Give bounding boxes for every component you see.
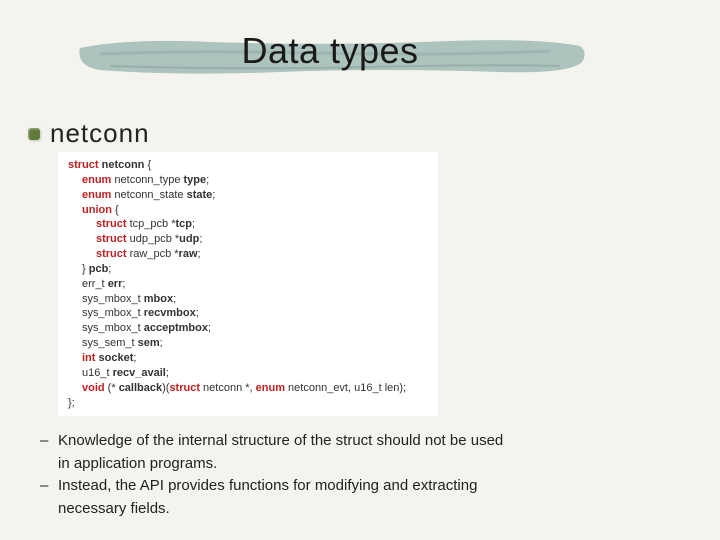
sock-b: socket <box>99 352 134 364</box>
subtitle-text: netconn <box>50 118 150 149</box>
cb-b: callback <box>119 382 162 394</box>
err-b: err <box>108 278 123 290</box>
semi11: ; <box>160 337 163 349</box>
err-a: err_t <box>82 278 108 290</box>
subtitle-row: netconn <box>28 118 150 149</box>
tcp-a: tcp_pcb * <box>127 218 176 230</box>
struct-name: netconn <box>102 159 145 171</box>
union-brace: { <box>112 204 119 216</box>
semi10: ; <box>208 322 211 334</box>
state-b: state <box>187 189 213 201</box>
accept-a: sys_mbox_t <box>82 322 144 334</box>
udp-a: udp_pcb * <box>127 233 180 245</box>
semi3: ; <box>192 218 195 230</box>
kw-struct4: struct <box>96 248 127 260</box>
kw-union: union <box>82 204 112 216</box>
semi8: ; <box>173 293 176 305</box>
bullet-icon <box>28 128 40 140</box>
semi2: ; <box>212 189 215 201</box>
semi7: ; <box>122 278 125 290</box>
state-a: netconn_state <box>111 189 186 201</box>
semi12: ; <box>133 352 136 364</box>
recv-b: recvmbox <box>144 307 196 319</box>
sem-a: sys_sem_t <box>82 337 138 349</box>
raw-a: raw_pcb * <box>127 248 179 260</box>
dash-icon-2: – <box>40 475 58 498</box>
mbox-a: sys_mbox_t <box>82 293 144 305</box>
kw-struct5: struct <box>169 382 200 394</box>
udp-b: udp <box>179 233 199 245</box>
raw-b: raw <box>179 248 198 260</box>
kw-enum3: enum <box>256 382 285 394</box>
tcp-b: tcp <box>175 218 192 230</box>
code-block: struct netconn { enum netconn_type type;… <box>58 152 438 416</box>
mbox-b: mbox <box>144 293 173 305</box>
type-name-a: netconn_type <box>111 174 183 186</box>
pcb-name: pcb <box>89 263 109 275</box>
cb-d: netconn *, <box>200 382 256 394</box>
note-2b: necessary fields. <box>40 498 680 521</box>
accept-b: acceptmbox <box>144 322 208 334</box>
cb-e: netconn_evt, u16_t len); <box>285 382 406 394</box>
semi: ; <box>206 174 209 186</box>
close-brace: }; <box>68 397 75 409</box>
kw-int: int <box>82 352 95 364</box>
u16-a: u16_t <box>82 367 113 379</box>
notes-block: – Knowledge of the internal structure of… <box>40 430 680 520</box>
header-brush: Data types <box>70 22 590 94</box>
semi5: ; <box>198 248 201 260</box>
open-brace: { <box>144 159 151 171</box>
sem-b: sem <box>138 337 160 349</box>
page-title: Data types <box>70 30 590 72</box>
kw-enum2: enum <box>82 189 111 201</box>
kw-struct2: struct <box>96 218 127 230</box>
kw-struct: struct <box>68 159 99 171</box>
semi6: ; <box>108 263 111 275</box>
note-1b: in application programs. <box>40 453 680 476</box>
pcb-close: } <box>82 263 89 275</box>
semi13: ; <box>166 367 169 379</box>
semi9: ; <box>196 307 199 319</box>
kw-struct3: struct <box>96 233 127 245</box>
kw-void: void <box>82 382 105 394</box>
note-2a: Instead, the API provides functions for … <box>58 475 680 498</box>
semi4: ; <box>199 233 202 245</box>
cb-a: (* <box>105 382 119 394</box>
kw-enum: enum <box>82 174 111 186</box>
dash-icon: – <box>40 430 58 453</box>
recv-a: sys_mbox_t <box>82 307 144 319</box>
note-1a: Knowledge of the internal structure of t… <box>58 430 680 453</box>
type-name-b: type <box>184 174 207 186</box>
u16-b: recv_avail <box>113 367 166 379</box>
